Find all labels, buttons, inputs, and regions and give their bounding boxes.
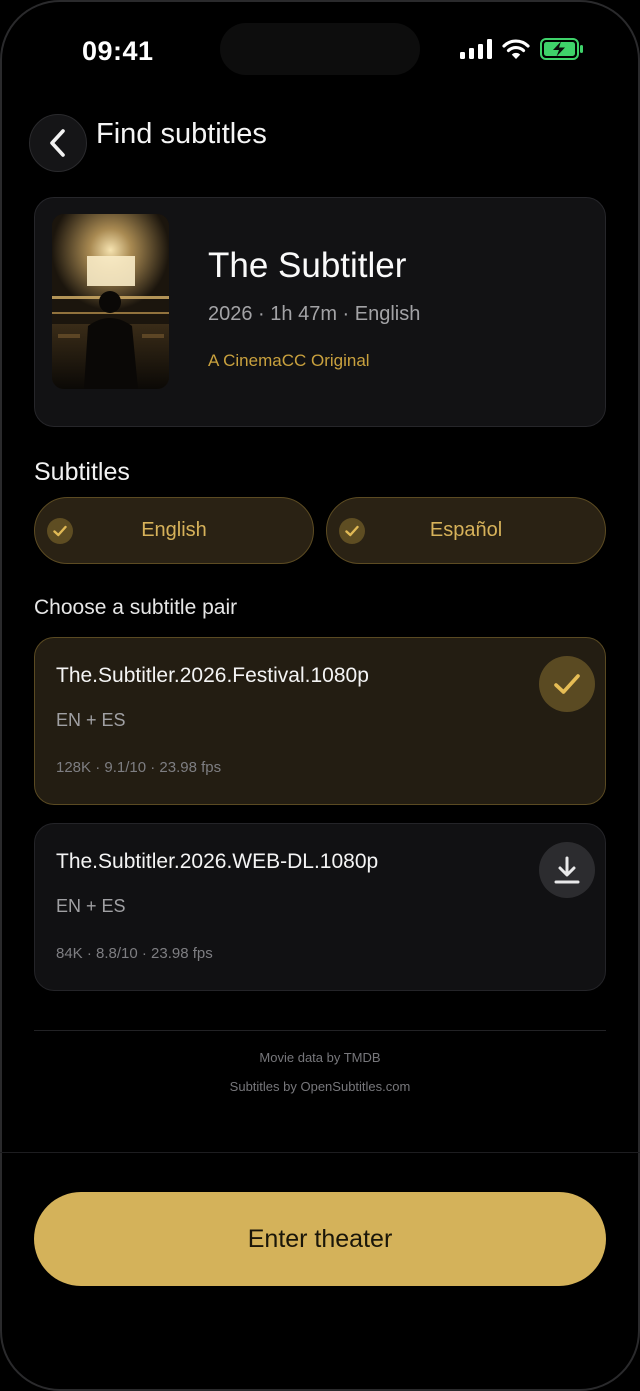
pair-stats: 84K · 8.8/10 · 23.98 fps — [56, 945, 213, 962]
pair-name: The.Subtitler.2026.WEB-DL.1080p — [56, 850, 379, 873]
poster-image — [52, 214, 169, 389]
dynamic-island — [220, 23, 420, 75]
wifi-icon — [502, 38, 530, 59]
pair-stats: 128K · 9.1/10 · 23.98 fps — [56, 759, 222, 776]
language-label: Español — [429, 519, 503, 541]
subtitles-section-title: Subtitles — [34, 458, 130, 486]
language-label: English — [141, 519, 207, 541]
subtitle-pair-card[interactable]: The.Subtitler.2026.WEB-DL.1080p EN + ES … — [34, 823, 606, 991]
enter-theater-button[interactable]: Enter theater — [34, 1192, 606, 1286]
pairs-section-title: Choose a subtitle pair — [34, 596, 238, 619]
movie-card: The Subtitler 2026 · 1h 47m · English A … — [34, 197, 606, 427]
subtitle-pair-card[interactable]: The.Subtitler.2026.Festival.1080p EN + E… — [34, 637, 606, 805]
download-icon — [554, 856, 580, 884]
movie-meta: 2026 · 1h 47m · English — [208, 303, 421, 325]
chevron-left-icon — [50, 129, 65, 157]
battery-charging-icon — [540, 38, 583, 60]
pair-languages: EN + ES — [56, 896, 126, 916]
status-time: 09:41 — [82, 36, 154, 66]
check-icon — [554, 674, 580, 694]
movie-title: The Subtitler — [208, 246, 407, 285]
footer-divider — [0, 1152, 640, 1153]
language-pill-spanish[interactable]: Español — [326, 497, 606, 564]
language-pill-english[interactable]: English — [34, 497, 314, 564]
selected-check-button[interactable] — [539, 656, 595, 712]
back-button[interactable] — [29, 114, 87, 172]
pair-languages: EN + ES — [56, 710, 126, 730]
credit-tmdb: Movie data by TMDB — [259, 1050, 381, 1065]
signal-icon — [460, 39, 492, 59]
movie-tagline: A CinemaCC Original — [208, 351, 370, 370]
credit-opensubtitles: Subtitles by OpenSubtitles.com — [229, 1079, 411, 1094]
status-icons — [460, 38, 584, 60]
pair-name: The.Subtitler.2026.Festival.1080p — [56, 664, 369, 687]
page-title: Find subtitles — [96, 118, 267, 150]
divider — [34, 1030, 606, 1031]
download-button[interactable] — [539, 842, 595, 898]
phone-screen: 09:41 Find subtitles The Subtitler 2026 … — [0, 0, 640, 1391]
